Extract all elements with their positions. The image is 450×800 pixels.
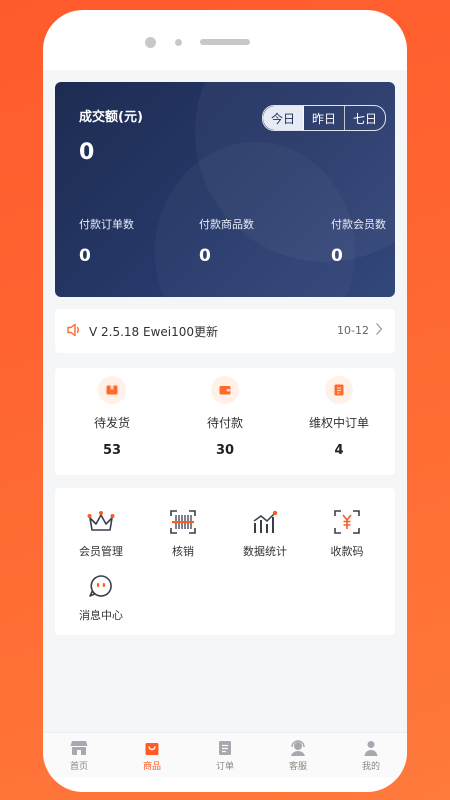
- tool-member-management[interactable]: 会员管理: [61, 507, 141, 559]
- tab-label: 客服: [288, 762, 307, 772]
- tool-label: 核销: [172, 545, 194, 558]
- bag-icon: [122, 739, 182, 757]
- message-icon: [61, 571, 141, 601]
- metric-paid-orders: 付款订单数 0: [79, 216, 134, 266]
- period-seven-days-button[interactable]: 七日: [345, 106, 385, 130]
- tab-goods[interactable]: 商品: [122, 739, 182, 772]
- notice-date: 10-12: [337, 324, 369, 337]
- tool-message-center[interactable]: 消息中心: [61, 571, 141, 623]
- order-pending-payment[interactable]: 待付款 30: [170, 376, 280, 458]
- tool-data-statistics[interactable]: 数据统计: [225, 507, 305, 559]
- phone-frame: 成交额(元) 0 今日 昨日 七日 付款订单数 0 付款商品数 0 付款会员数 …: [43, 10, 407, 792]
- tool-verification[interactable]: 核销: [143, 507, 223, 559]
- order-label: 待付款: [206, 416, 243, 430]
- store-icon: [49, 739, 109, 757]
- tab-home[interactable]: 首页: [49, 739, 109, 772]
- order-refunding[interactable]: 维权中订单 4: [284, 376, 394, 458]
- order-count: 4: [334, 443, 344, 458]
- period-today-button[interactable]: 今日: [263, 106, 304, 130]
- order-count: 30: [215, 443, 235, 458]
- metric-label: 付款商品数: [199, 218, 254, 231]
- metric-label: 付款会员数: [331, 218, 386, 231]
- tab-profile[interactable]: 我的: [341, 739, 401, 772]
- crown-icon: [61, 507, 141, 537]
- yuan-scan-icon: [307, 507, 387, 537]
- tool-label: 会员管理: [79, 545, 123, 558]
- tool-label: 消息中心: [79, 609, 123, 622]
- speaker-grille: [200, 39, 250, 45]
- order-pending-shipment[interactable]: 待发货 53: [57, 376, 167, 458]
- tab-label: 我的: [361, 762, 380, 772]
- tab-customer-service[interactable]: 客服: [268, 739, 328, 772]
- tool-label: 数据统计: [243, 545, 287, 558]
- app-screen: 成交额(元) 0 今日 昨日 七日 付款订单数 0 付款商品数 0 付款会员数 …: [43, 70, 407, 777]
- sensor-dot: [175, 39, 182, 46]
- order-status-card: 待发货 53 待付款 30 维权中订单 4: [55, 368, 395, 475]
- wallet-icon: [211, 376, 239, 404]
- tools-grid-card: 会员管理 核销 数据统计 收款码 消息中心: [55, 488, 395, 635]
- user-icon: [341, 739, 401, 757]
- document-icon: [195, 739, 255, 757]
- tab-orders[interactable]: 订单: [195, 739, 255, 772]
- amount-value: 0: [79, 140, 95, 165]
- order-label: 待发货: [93, 416, 130, 430]
- tab-label: 首页: [69, 762, 88, 772]
- order-label: 维权中订单: [308, 416, 369, 430]
- period-selector: 今日 昨日 七日: [262, 105, 386, 131]
- update-notice-bar[interactable]: V 2.5.18 Ewei100更新 10-12: [55, 309, 395, 353]
- period-yesterday-button[interactable]: 昨日: [304, 106, 345, 130]
- metric-paid-members: 付款会员数 0: [331, 216, 386, 266]
- order-count: 53: [102, 443, 122, 458]
- headset-icon: [268, 739, 328, 757]
- camera-dot: [145, 37, 156, 48]
- metric-value: 0: [79, 246, 91, 266]
- metric-value: 0: [331, 246, 343, 266]
- metric-label: 付款订单数: [79, 218, 134, 231]
- metric-value: 0: [199, 246, 211, 266]
- tool-payment-code[interactable]: 收款码: [307, 507, 387, 559]
- chart-icon: [225, 507, 305, 537]
- tab-label: 订单: [215, 762, 234, 772]
- tool-label: 收款码: [330, 545, 364, 558]
- tab-label: 商品: [142, 762, 161, 772]
- package-icon: [98, 376, 126, 404]
- refund-icon: [325, 376, 353, 404]
- notice-text: V 2.5.18 Ewei100更新: [89, 325, 219, 339]
- amount-label: 成交额(元): [79, 110, 143, 125]
- metric-paid-goods: 付款商品数 0: [199, 216, 254, 266]
- chevron-right-icon: [375, 322, 383, 339]
- sales-stats-card: 成交额(元) 0 今日 昨日 七日 付款订单数 0 付款商品数 0 付款会员数 …: [55, 82, 395, 297]
- scan-code-icon: [143, 507, 223, 537]
- bottom-tab-bar: 首页 商品 订单 客服 我的: [43, 732, 407, 777]
- speaker-icon: [66, 322, 82, 342]
